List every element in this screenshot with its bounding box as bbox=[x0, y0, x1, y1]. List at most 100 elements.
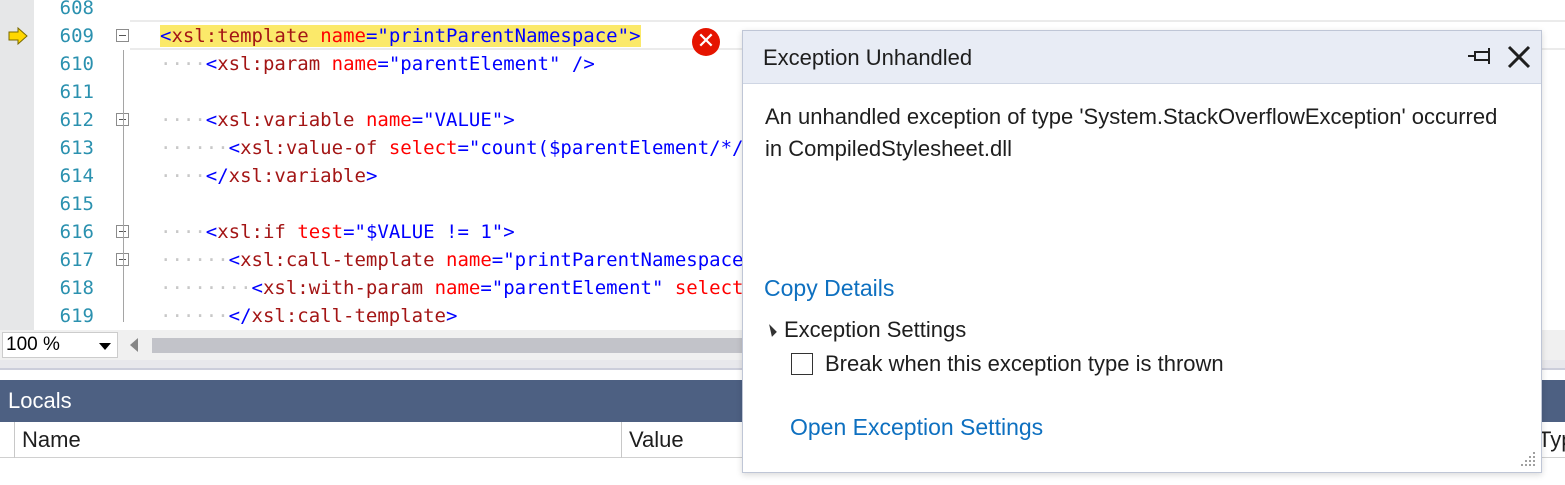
code-token: = bbox=[343, 221, 355, 243]
code-token: = bbox=[480, 277, 492, 299]
scroll-left-arrow-icon[interactable] bbox=[130, 338, 138, 352]
collapse-toggle-icon[interactable] bbox=[116, 29, 129, 42]
line-number: 613 bbox=[59, 137, 94, 159]
popup-header: Exception Unhandled bbox=[743, 31, 1541, 84]
code-token: "printParentNamespace" bbox=[377, 25, 630, 47]
code-token: xsl:variable bbox=[217, 109, 355, 131]
code-text: ····</xsl:variable> bbox=[140, 162, 377, 190]
code-token: < bbox=[205, 109, 218, 131]
line-number: 614 bbox=[59, 165, 94, 187]
exception-helper-popup: Exception Unhandled An unhandled excepti… bbox=[742, 30, 1542, 473]
code-token: = bbox=[377, 53, 389, 75]
code-token: name bbox=[446, 249, 492, 271]
line-number: 608 bbox=[59, 0, 94, 19]
chevron-down-icon[interactable] bbox=[99, 343, 111, 350]
code-token: < bbox=[205, 221, 218, 243]
code-token: < bbox=[160, 25, 172, 47]
code-token: /> bbox=[560, 53, 595, 75]
line-number: 617 bbox=[59, 249, 94, 271]
code-token: = bbox=[411, 109, 424, 131]
code-token: xsl:if bbox=[217, 221, 286, 243]
code-token: "$VALUE != 1" bbox=[354, 221, 504, 243]
code-token: > bbox=[629, 25, 641, 47]
code-token: xsl:template bbox=[171, 25, 309, 47]
open-exception-settings-link[interactable]: Open Exception Settings bbox=[790, 414, 1043, 441]
line-number: 610 bbox=[59, 53, 94, 75]
copy-details-link[interactable]: Copy Details bbox=[764, 275, 894, 302]
code-token: < bbox=[205, 53, 218, 75]
outline-guide bbox=[123, 50, 124, 322]
indent-whitespace: ······ bbox=[160, 249, 229, 271]
popup-title: Exception Unhandled bbox=[763, 45, 973, 70]
code-text: ····<xsl:variable name="VALUE"> bbox=[140, 106, 515, 134]
code-token: "parentElement" bbox=[491, 277, 664, 299]
code-text: <xsl:template name="printParentNamespace… bbox=[140, 22, 641, 50]
indent-whitespace: ···· bbox=[160, 221, 206, 243]
code-token: name bbox=[365, 109, 412, 131]
code-token: = bbox=[457, 137, 469, 159]
error-icon: ✕ bbox=[692, 28, 720, 56]
code-token: "count($parentElement/*/ bbox=[468, 137, 744, 159]
code-token: </ bbox=[228, 305, 252, 327]
code-token: select bbox=[674, 277, 744, 299]
line-number: 619 bbox=[59, 305, 94, 327]
code-text: ····<xsl:param name="parentElement" /> bbox=[140, 50, 595, 78]
break-when-thrown-label[interactable]: Break when this exception type is thrown bbox=[825, 351, 1224, 377]
code-token: test bbox=[297, 221, 344, 243]
code-token: xsl:variable bbox=[228, 165, 366, 187]
code-token: "printParentNamespace bbox=[503, 249, 744, 271]
code-token: "parentElement" bbox=[388, 53, 561, 75]
code-token: xsl:with-param bbox=[262, 277, 424, 299]
code-text: ······<xsl:call-template name="printPare… bbox=[140, 246, 743, 274]
code-token: xsl:call-template bbox=[251, 305, 446, 327]
horizontal-scrollbar-thumb[interactable] bbox=[152, 338, 772, 353]
code-token: name bbox=[434, 277, 481, 299]
collapse-triangle-icon[interactable] bbox=[764, 324, 777, 337]
code-token: > bbox=[503, 109, 515, 131]
indent-whitespace: ···· bbox=[160, 53, 206, 75]
code-token: select bbox=[388, 137, 458, 159]
code-token: > bbox=[365, 165, 378, 187]
zoom-value: 100 % bbox=[6, 334, 60, 355]
code-token: xsl:value-of bbox=[240, 137, 378, 159]
indent-whitespace: ···· bbox=[160, 165, 206, 187]
indent-whitespace: ···· bbox=[160, 109, 206, 131]
line-number: 611 bbox=[59, 81, 94, 103]
pin-icon[interactable] bbox=[1467, 45, 1495, 69]
code-token: name bbox=[320, 25, 366, 47]
code-token: = bbox=[365, 25, 378, 47]
code-text: ········<xsl:with-param name="parentElem… bbox=[140, 274, 743, 302]
code-token: < bbox=[251, 277, 263, 299]
line-number: 616 bbox=[59, 221, 94, 243]
code-token bbox=[308, 25, 321, 47]
exception-settings-header[interactable]: Exception Settings bbox=[764, 317, 966, 343]
indent-whitespace: ······ bbox=[160, 137, 229, 159]
resize-grip-icon[interactable] bbox=[1519, 450, 1537, 468]
zoom-dropdown[interactable]: 100 % bbox=[2, 332, 118, 358]
indent-whitespace: ········ bbox=[160, 277, 252, 299]
code-text: ······<xsl:value-of select="count($paren… bbox=[140, 134, 743, 162]
code-text: ····<xsl:if test="$VALUE != 1"> bbox=[140, 218, 515, 246]
code-line[interactable]: 608 bbox=[0, 0, 1565, 22]
column-header-name[interactable]: Name bbox=[14, 422, 623, 458]
code-token: > bbox=[503, 221, 515, 243]
line-number: 612 bbox=[59, 109, 94, 131]
break-when-thrown-checkbox[interactable] bbox=[791, 353, 813, 375]
code-token: "VALUE" bbox=[423, 109, 504, 131]
line-number: 615 bbox=[59, 193, 94, 215]
code-token: xsl:param bbox=[217, 53, 321, 75]
code-token: > bbox=[446, 305, 458, 327]
indent-whitespace: ······ bbox=[160, 305, 229, 327]
close-icon[interactable] bbox=[1505, 43, 1533, 71]
code-token: xsl:call-template bbox=[240, 249, 435, 271]
code-token: < bbox=[228, 249, 241, 271]
